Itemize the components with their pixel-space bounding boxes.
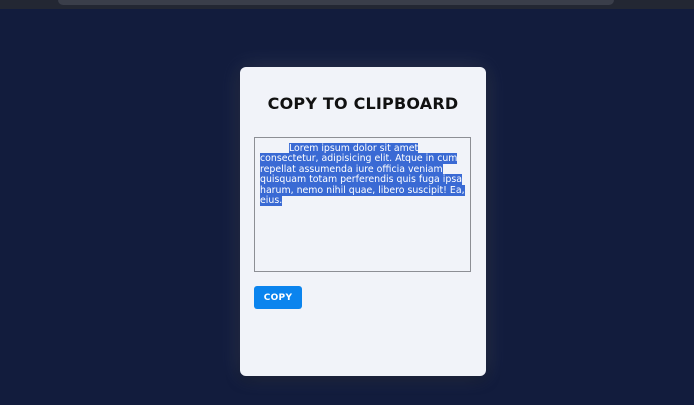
- selected-text: Lorem ipsum dolor sit amet consectetur, …: [260, 143, 465, 207]
- clipboard-card: COPY TO CLIPBOARD Lorem ipsum dolor sit …: [240, 67, 486, 376]
- text-area[interactable]: Lorem ipsum dolor sit amet consectetur, …: [254, 137, 471, 272]
- browser-chrome: [0, 0, 694, 9]
- card-title: COPY TO CLIPBOARD: [267, 94, 459, 113]
- copy-button[interactable]: COPY: [254, 286, 302, 309]
- browser-address-bar[interactable]: [58, 0, 614, 5]
